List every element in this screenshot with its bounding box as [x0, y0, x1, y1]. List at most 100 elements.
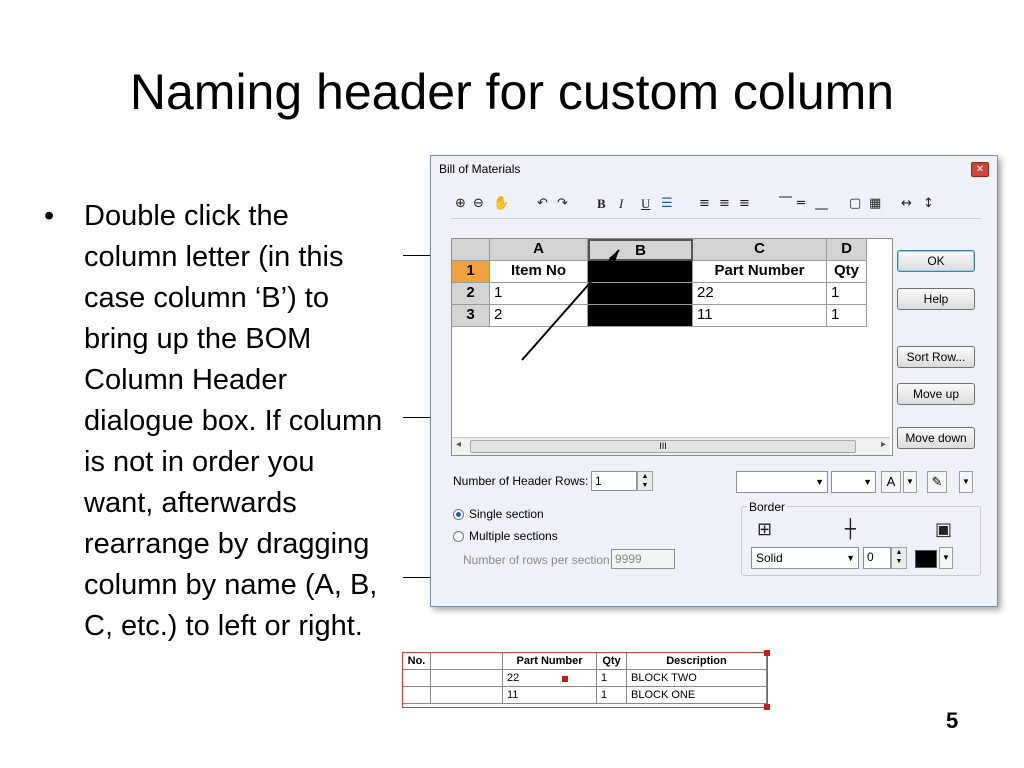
rows-per-section-input[interactable]: 9999 [611, 549, 675, 569]
bom-cell: 22 [503, 670, 597, 687]
sheet-cell[interactable]: 1 [827, 283, 867, 305]
font-size-select[interactable]: ▼ [831, 471, 876, 493]
bom-col-header: Description [627, 653, 767, 670]
line-width-spinner[interactable]: ▲ ▼ [891, 547, 907, 569]
column-header-d[interactable]: D [827, 239, 867, 261]
move-up-button[interactable]: Move up [897, 383, 975, 405]
valign-bottom-icon[interactable]: ⎽ [815, 196, 828, 211]
connector-line [403, 577, 433, 578]
pointer-arrow [521, 249, 620, 361]
bom-cell: 1 [597, 687, 627, 704]
page-number: 5 [946, 708, 959, 733]
bom-spreadsheet[interactable]: A B C D 1 Item No Part Number Qty 2 1 22… [451, 238, 893, 456]
border-all-icon[interactable]: ⊞ [757, 519, 772, 540]
format-toolbar: ⊕ ⊖ ✋ ↶ ↷ B I U ☰ ≡ ≡ ≡ ⎺ ═ ⎽ ▢ ▦ ↔ ↕ [451, 192, 981, 219]
scroll-left-icon[interactable]: ◂ [456, 439, 461, 450]
corner-cell[interactable] [452, 239, 490, 261]
border-outline-icon[interactable]: ▢ [849, 196, 861, 211]
zoom-in-icon[interactable]: ⊕ [455, 196, 466, 211]
horizontal-scrollbar[interactable]: ◂ III ▸ [452, 437, 890, 455]
border-group-label: Border [747, 500, 788, 514]
underline-icon[interactable]: U [641, 196, 650, 212]
bom-cell: BLOCK ONE [627, 687, 767, 704]
bom-cell [403, 670, 431, 687]
chevron-down-icon[interactable]: ▼ [846, 548, 855, 568]
spin-down-icon[interactable]: ▼ [638, 481, 652, 490]
column-width-icon[interactable]: ↔ [901, 196, 912, 211]
header-rows-input[interactable]: 1 [591, 471, 637, 491]
header-rows-spinner[interactable]: ▲ ▼ [637, 471, 653, 491]
row-header[interactable]: 1 [452, 261, 490, 283]
bom-cell: 1 [597, 670, 627, 687]
row-header[interactable]: 2 [452, 283, 490, 305]
sheet-cell[interactable]: 1 [827, 305, 867, 327]
border-color-swatch[interactable] [915, 550, 937, 568]
single-section-label: Single section [469, 507, 544, 521]
bom-cell [403, 687, 431, 704]
sheet-cell[interactable]: Part Number [693, 261, 827, 283]
row-header[interactable]: 3 [452, 305, 490, 327]
bom-col-header [431, 653, 503, 670]
italic-icon[interactable]: I [619, 196, 623, 212]
valign-top-icon[interactable]: ⎺ [779, 196, 792, 211]
border-outer-icon[interactable]: ▣ [935, 519, 952, 540]
bullet-text: Double click the column letter (in this … [84, 200, 383, 642]
resize-handle[interactable] [764, 650, 770, 656]
multiple-sections-label: Multiple sections [469, 529, 558, 543]
sheet-cell[interactable]: Qty [827, 261, 867, 283]
font-name-select[interactable]: ▼ [736, 471, 828, 493]
chevron-down-icon[interactable]: ▼ [959, 471, 973, 493]
undo-icon[interactable]: ↶ [537, 196, 548, 211]
row-height-icon[interactable]: ↕ [923, 196, 934, 211]
spin-up-icon[interactable]: ▲ [638, 472, 652, 481]
grid-icon[interactable]: ▦ [869, 196, 881, 211]
scrollbar-thumb[interactable]: III [470, 440, 856, 453]
close-button[interactable]: ✕ [971, 162, 989, 177]
bom-table-preview: No. Part Number Qty Description 22 1 BLO… [402, 650, 770, 710]
align-center-icon[interactable]: ≡ [719, 196, 730, 211]
help-button[interactable]: Help [897, 288, 975, 310]
line-width-input[interactable]: 0 [863, 547, 891, 569]
scroll-right-icon[interactable]: ▸ [881, 439, 886, 450]
chevron-down-icon[interactable]: ▼ [939, 547, 953, 569]
column-header-c[interactable]: C [693, 239, 827, 261]
border-inner-icon[interactable]: ┼ [845, 519, 856, 540]
single-section-radio[interactable] [453, 509, 464, 520]
multiple-sections-radio[interactable] [453, 531, 464, 542]
pan-icon[interactable]: ✋ [493, 196, 509, 211]
line-style-select[interactable]: Solid ▼ [751, 547, 859, 569]
valign-middle-icon[interactable]: ═ [797, 196, 805, 211]
chevron-down-icon[interactable]: ▼ [863, 472, 872, 492]
move-down-button[interactable]: Move down [897, 427, 975, 449]
bom-dialog: Bill of Materials ✕ ⊕ ⊖ ✋ ↶ ↷ B I U ☰ ≡ … [430, 155, 998, 607]
bom-cell [431, 687, 503, 704]
zoom-out-icon[interactable]: ⊖ [473, 196, 484, 211]
redo-icon[interactable]: ↷ [557, 196, 568, 211]
font-color-icon[interactable]: A [881, 471, 901, 493]
bom-cell: 11 [503, 687, 597, 704]
chevron-down-icon[interactable]: ▼ [903, 471, 917, 493]
header-rows-label: Number of Header Rows: [453, 474, 589, 488]
rows-per-section-label: Number of rows per section: [463, 553, 614, 567]
bom-col-header: No. [403, 653, 431, 670]
connector-line [403, 255, 433, 256]
bold-icon[interactable]: B [597, 196, 606, 212]
ok-button[interactable]: OK [897, 250, 975, 272]
connector-line [403, 417, 433, 418]
resize-handle[interactable] [562, 676, 568, 682]
fill-color-icon[interactable]: ✎ [927, 471, 947, 493]
align-left-icon[interactable]: ≡ [699, 196, 710, 211]
align-right-icon[interactable]: ≡ [739, 196, 750, 211]
strikethrough-icon[interactable]: ☰ [661, 196, 673, 211]
sort-row-button[interactable]: Sort Row... [897, 346, 975, 368]
chevron-down-icon[interactable]: ▼ [815, 472, 824, 492]
spin-down-icon[interactable]: ▼ [892, 557, 906, 566]
resize-handle[interactable] [764, 704, 770, 710]
sheet-cell[interactable]: 11 [693, 305, 827, 327]
spin-up-icon[interactable]: ▲ [892, 548, 906, 557]
sheet-cell[interactable]: 22 [693, 283, 827, 305]
bom-cell: BLOCK TWO [627, 670, 767, 687]
dialog-title: Bill of Materials [439, 162, 521, 176]
bullet-list: • Double click the column letter (in thi… [44, 196, 389, 647]
bom-col-header: Part Number [503, 653, 597, 670]
